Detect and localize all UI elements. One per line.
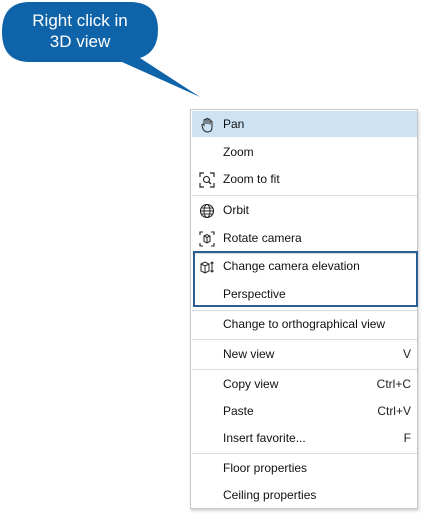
menu-item-rotate-camera[interactable]: Rotate camera xyxy=(192,225,417,251)
hand-icon xyxy=(199,116,215,133)
menu-item-label: Pan xyxy=(223,117,245,131)
menu-separator xyxy=(192,453,417,454)
zoom-fit-icon xyxy=(199,171,215,188)
callout-bubble: Right click in 3D view xyxy=(0,0,423,110)
menu-item-paste[interactable]: Paste Ctrl+V xyxy=(192,398,417,424)
menu-item-label: Orbit xyxy=(223,203,250,217)
callout-line-1: Right click in xyxy=(32,11,128,30)
menu-item-zoom[interactable]: Zoom xyxy=(192,139,417,165)
menu-item-label: Change to orthographical view xyxy=(223,317,386,331)
menu-item-new-view[interactable]: New view V xyxy=(192,341,417,367)
menu-item-label: Perspective xyxy=(223,287,286,301)
callout-text: Right click in 3D view xyxy=(6,10,154,52)
camera-elevation-icon xyxy=(199,258,215,274)
menu-item-label: New view xyxy=(223,347,275,361)
menu-item-shortcut: Ctrl+C xyxy=(376,377,411,391)
menu-separator xyxy=(192,339,417,340)
menu-item-insert-favorite[interactable]: Insert favorite... F xyxy=(192,425,417,451)
menu-separator xyxy=(192,369,417,370)
globe-icon xyxy=(199,202,215,219)
menu-item-zoom-to-fit[interactable]: Zoom to fit xyxy=(192,166,417,192)
menu-item-ceiling-properties[interactable]: Ceiling properties xyxy=(192,482,417,508)
menu-item-label: Floor properties xyxy=(223,461,308,475)
menu-item-label: Copy view xyxy=(223,377,279,391)
menu-item-change-camera-elevation[interactable]: Change camera elevation xyxy=(192,253,417,279)
menu-item-copy-view[interactable]: Copy view Ctrl+C xyxy=(192,371,417,397)
menu-item-pan[interactable]: Pan xyxy=(192,111,417,137)
menu-item-shortcut: Ctrl+V xyxy=(377,404,411,418)
rotate-camera-icon xyxy=(199,230,215,247)
callout-line-2: 3D view xyxy=(49,32,111,51)
menu-item-orbit[interactable]: Orbit xyxy=(192,197,417,223)
menu-item-label: Zoom to fit xyxy=(223,172,280,186)
context-menu: Pan Zoom Zoom to fit Orbit Rotate camera… xyxy=(190,109,418,509)
menu-item-perspective[interactable]: Perspective xyxy=(192,281,417,307)
menu-item-label: Insert favorite... xyxy=(223,431,306,445)
menu-item-floor-properties[interactable]: Floor properties xyxy=(192,455,417,481)
menu-item-change-to-orthographical-view[interactable]: Change to orthographical view xyxy=(192,311,417,337)
menu-item-label: Zoom xyxy=(223,145,254,159)
menu-item-shortcut: V xyxy=(402,347,411,361)
menu-item-label: Change camera elevation xyxy=(223,259,360,273)
menu-item-label: Ceiling properties xyxy=(223,488,317,502)
menu-separator xyxy=(192,195,417,196)
menu-item-label: Paste xyxy=(223,404,254,418)
menu-item-shortcut: F xyxy=(403,431,411,445)
menu-item-label: Rotate camera xyxy=(223,231,302,245)
